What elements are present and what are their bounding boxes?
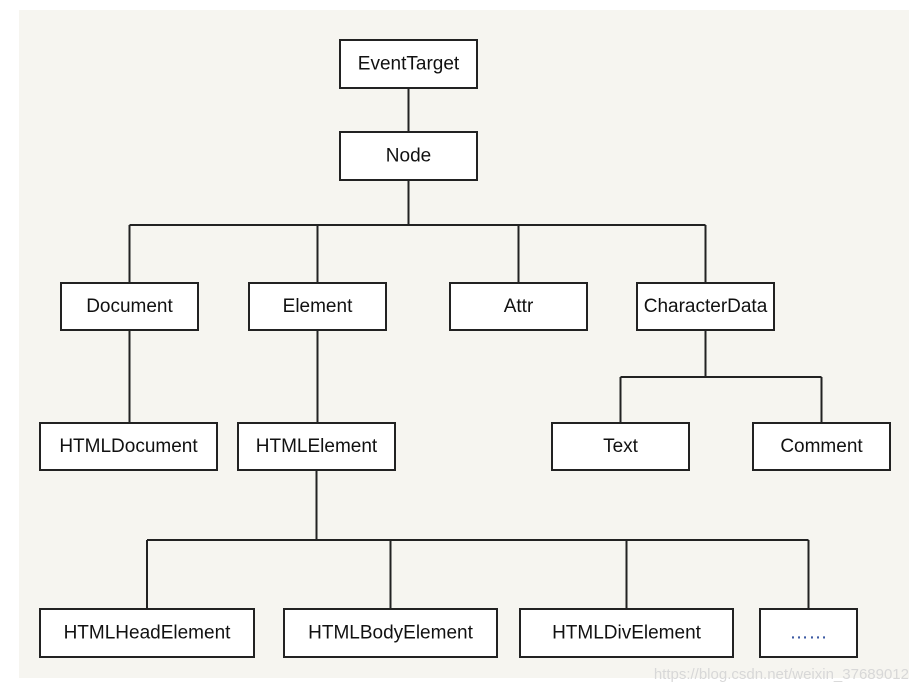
- node-label: Document: [86, 296, 173, 317]
- node-label: CharacterData: [644, 296, 768, 317]
- node-node: Node: [339, 131, 478, 181]
- node-label: Attr: [504, 296, 534, 317]
- node-label: HTMLElement: [256, 436, 378, 457]
- watermark: https://blog.csdn.net/weixin_37689012: [653, 666, 909, 683]
- connector-node: [128, 180, 707, 283]
- node-htmldivelement: HTMLDivElement: [519, 608, 734, 658]
- node-htmlbodyelement: HTMLBodyElement: [283, 608, 498, 658]
- node-label: HTMLDivElement: [552, 623, 702, 644]
- node-label: Element: [283, 296, 353, 317]
- node-label: HTMLHeadElement: [64, 623, 232, 644]
- connector-htmlelement: [146, 470, 810, 609]
- node-element: Element: [248, 282, 387, 331]
- node-label: Comment: [780, 436, 863, 457]
- node-label: ……: [790, 623, 828, 644]
- node-characterdata: CharacterData: [636, 282, 775, 331]
- node-label: EventTarget: [358, 54, 460, 75]
- node-label: HTMLBodyElement: [308, 623, 473, 644]
- node-htmldocument: HTMLDocument: [39, 422, 218, 471]
- node-comment: Comment: [752, 422, 891, 471]
- node-htmlheadelement: HTMLHeadElement: [39, 608, 255, 658]
- node-document: Document: [60, 282, 199, 331]
- node-eventtarget: EventTarget: [339, 39, 478, 89]
- connector-characterdata: [619, 330, 823, 423]
- node-label: Node: [386, 146, 431, 167]
- node-text: Text: [551, 422, 690, 471]
- node-more: ……: [759, 608, 858, 658]
- node-label: Text: [603, 436, 639, 457]
- node-htmlelement: HTMLElement: [237, 422, 396, 471]
- node-label: HTMLDocument: [59, 436, 198, 457]
- class-hierarchy-diagram: EventTarget Node Document Element Attr Charac…: [39, 39, 891, 658]
- node-attr: Attr: [449, 282, 588, 331]
